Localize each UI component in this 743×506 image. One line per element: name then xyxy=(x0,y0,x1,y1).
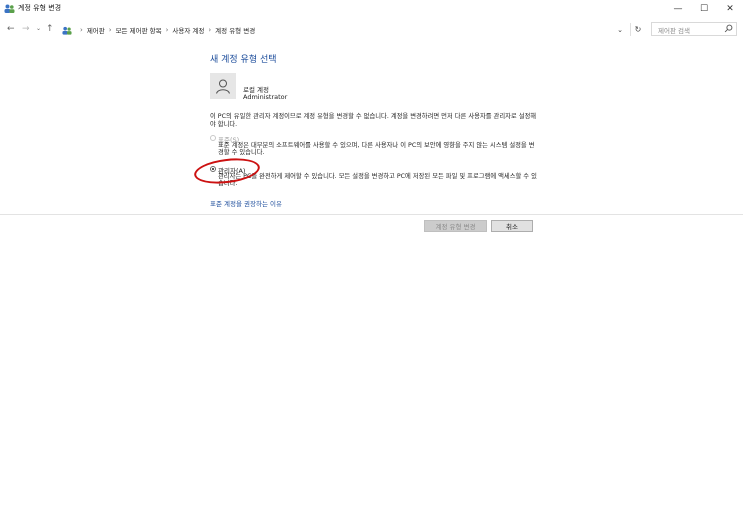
standard-radio[interactable] xyxy=(210,135,216,141)
chevron-right-icon: › xyxy=(80,26,83,34)
recent-locations-chevron-icon[interactable]: ⌄ xyxy=(36,23,41,35)
breadcrumb-item-control-panel[interactable]: 제어판 xyxy=(87,25,105,35)
address-bar: ← → ⌄ ↑ › 제어판 › 모든 제어판 항목 › 사용자 계정 › 계정 … xyxy=(0,19,743,39)
forward-arrow-icon[interactable]: → xyxy=(22,23,30,35)
page-title: 새 계정 유형 선택 xyxy=(210,55,277,65)
minimize-button[interactable]: — xyxy=(665,0,691,18)
user-icon xyxy=(216,79,230,94)
divider xyxy=(0,214,743,215)
cancel-button[interactable]: 취소 xyxy=(491,220,533,232)
administrator-radio[interactable] xyxy=(210,166,216,172)
search-icon[interactable] xyxy=(724,24,733,33)
refresh-icon[interactable]: ↻ xyxy=(630,23,645,36)
chevron-right-icon: › xyxy=(165,26,169,34)
back-arrow-icon[interactable]: ← xyxy=(7,23,15,35)
breadcrumb-item-user-accounts[interactable]: 사용자 계정 xyxy=(172,25,204,35)
close-button[interactable]: ✕ xyxy=(717,0,743,18)
breadcrumb[interactable]: › 제어판 › 모든 제어판 항목 › 사용자 계정 › 계정 유형 변경 xyxy=(58,22,616,38)
breadcrumb-item-change-type[interactable]: 계정 유형 변경 xyxy=(215,25,255,35)
window-title: 계정 유형 변경 xyxy=(18,4,62,12)
administrator-description: 관리자는 PC를 완전하게 제어할 수 있습니다. 모든 설정을 변경하고 PC… xyxy=(218,173,537,188)
chevron-right-icon: › xyxy=(208,26,212,34)
user-accounts-icon xyxy=(62,26,72,35)
search-placeholder[interactable]: 제어판 검색 xyxy=(658,25,690,35)
recommend-standard-link[interactable]: 표준 계정을 권장하는 이유 xyxy=(210,198,282,208)
user-accounts-icon xyxy=(4,4,15,13)
up-arrow-icon[interactable]: ↑ xyxy=(46,23,54,35)
standard-description: 표준 계정은 대부분의 소프트웨어를 사용할 수 있으며, 다른 사용자나 이 … xyxy=(218,142,535,157)
address-dropdown-icon[interactable]: ⌄ xyxy=(613,23,627,36)
search-box[interactable]: 제어판 검색 xyxy=(651,22,737,36)
info-text: 이 PC의 유일한 관리자 계정이므로 계정 유형을 변경할 수 없습니다. 계… xyxy=(210,113,537,129)
change-account-type-button[interactable]: 계정 유형 변경 xyxy=(424,220,487,232)
title-bar: 계정 유형 변경 — ☐ ✕ xyxy=(0,0,743,18)
chevron-right-icon: › xyxy=(108,26,112,34)
maximize-button[interactable]: ☐ xyxy=(691,0,717,18)
main-content: 새 계정 유형 선택 로컬 계정 Administrator 이 PC의 유일한… xyxy=(0,40,743,506)
account-type: Administrator xyxy=(243,93,288,101)
breadcrumb-item-all-items[interactable]: 모든 제어판 항목 xyxy=(116,25,162,35)
avatar xyxy=(210,73,236,99)
